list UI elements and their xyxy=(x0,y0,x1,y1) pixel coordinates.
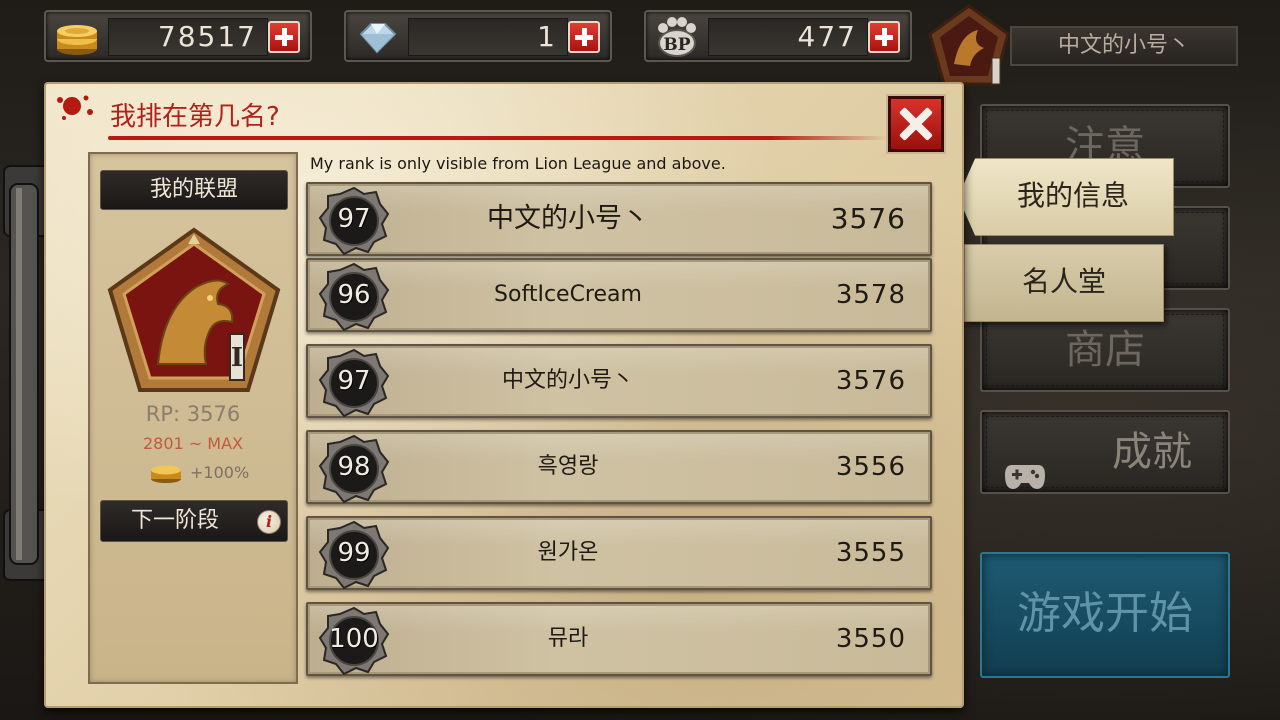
league-range: 2801 ~ MAX xyxy=(142,434,243,453)
player-name: 흑영랑 xyxy=(537,454,599,479)
add-bp-button[interactable] xyxy=(868,21,900,53)
rank-number: 99 xyxy=(337,538,371,568)
bp-currency: BP 477 xyxy=(644,10,912,62)
svg-text:I: I xyxy=(231,343,243,373)
achievements-label: 成就 xyxy=(1112,429,1192,475)
plus-icon xyxy=(275,28,293,46)
player-name: 뮤라 xyxy=(547,626,589,651)
panel-title: 我排在第几名? xyxy=(110,102,280,132)
gold-coins-icon xyxy=(52,16,102,58)
player-name: 원가온 xyxy=(537,540,599,565)
close-icon xyxy=(898,106,934,142)
blood-splat-icon xyxy=(50,88,106,128)
my-rank-row[interactable]: 97 中文的小号丶 3576 xyxy=(306,182,932,256)
league-dragon-emblem: I xyxy=(106,226,282,396)
rank-row[interactable]: 99 원가온 3555 xyxy=(306,516,932,590)
svg-text:BP: BP xyxy=(663,35,690,55)
player-score: 3576 xyxy=(835,366,906,396)
gold-bonus: +100% xyxy=(148,460,249,484)
player-name: 中文的小号丶 xyxy=(501,368,634,393)
rank-row[interactable]: 97 中文的小号丶 3576 xyxy=(306,344,932,418)
rank-number: 97 xyxy=(337,366,371,396)
player-score: 3576 xyxy=(830,202,906,235)
plus-icon xyxy=(875,28,893,46)
gold-amount: 78517 xyxy=(108,18,268,56)
rank-number: 100 xyxy=(329,624,379,654)
my-alliance-header: 我的联盟 xyxy=(100,170,288,210)
title-underline xyxy=(108,136,888,140)
top-bar: 78517 1 BP 477 中文的小号丶 xyxy=(0,0,1280,86)
gold-bonus-value: +100% xyxy=(190,462,250,482)
close-button[interactable] xyxy=(886,94,946,154)
profile-league-emblem[interactable] xyxy=(926,4,1012,88)
player-name: SoftIceCream xyxy=(494,282,642,307)
player-score: 3556 xyxy=(835,452,906,482)
diamond-icon xyxy=(352,16,402,58)
start-game-button[interactable]: 游戏开始 xyxy=(980,552,1230,678)
gem-amount: 1 xyxy=(408,18,568,56)
player-name: 中文的小号丶 xyxy=(487,203,649,234)
achievements-button[interactable]: 成就 xyxy=(980,410,1230,494)
info-icon[interactable]: i xyxy=(257,510,281,534)
tab-my-info[interactable]: 我的信息 xyxy=(958,158,1174,236)
profile-name[interactable]: 中文的小号丶 xyxy=(1010,26,1238,66)
add-gems-button[interactable] xyxy=(568,21,600,53)
bp-paw-icon: BP xyxy=(652,16,702,58)
gold-currency: 78517 xyxy=(44,10,312,62)
gamepad-icon xyxy=(1004,438,1046,489)
rank-row[interactable]: 100 뮤라 3550 xyxy=(306,602,932,676)
my-alliance-card: 我的联盟 I RP: 3576 2801 ~ MAX +100% 下一阶段 i xyxy=(88,152,298,684)
shop-label: 商店 xyxy=(1065,327,1145,373)
tab-hall-of-fame[interactable]: 名人堂 xyxy=(964,244,1164,322)
rank-number: 98 xyxy=(337,452,371,482)
rank-points: RP: 3576 xyxy=(145,402,241,426)
player-score: 3550 xyxy=(835,624,906,654)
next-stage-label: 下一阶段 xyxy=(131,508,220,533)
gold-coins-icon xyxy=(148,460,184,484)
bp-amount: 477 xyxy=(708,18,868,56)
rank-panel: 我排在第几名? 我的联盟 I RP: 3576 2801 ~ MAX +100%… xyxy=(44,82,964,708)
player-score: 3578 xyxy=(835,280,906,310)
rank-row[interactable]: 98 흑영랑 3556 xyxy=(306,430,932,504)
rank-number: 97 xyxy=(337,204,371,234)
plus-icon xyxy=(575,28,593,46)
next-stage-button[interactable]: 下一阶段 i xyxy=(100,500,288,542)
rank-row[interactable]: 96 SoftIceCream 3578 xyxy=(306,258,932,332)
player-score: 3555 xyxy=(835,538,906,568)
add-gold-button[interactable] xyxy=(268,21,300,53)
rank-number: 96 xyxy=(337,280,371,310)
gem-currency: 1 xyxy=(344,10,612,62)
rank-visibility-note: My rank is only visible from Lion League… xyxy=(310,154,726,173)
